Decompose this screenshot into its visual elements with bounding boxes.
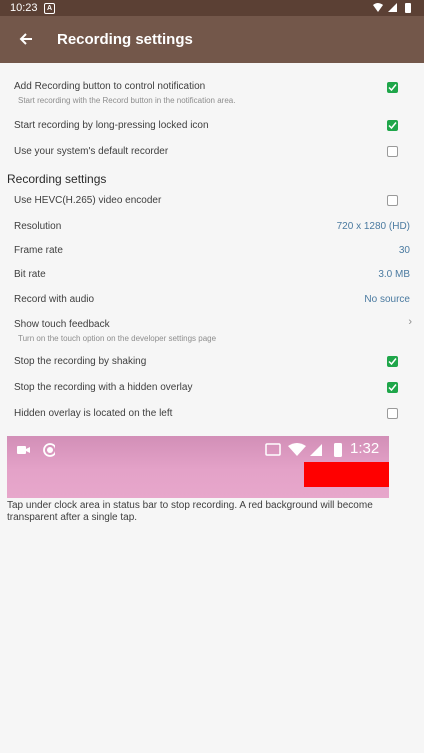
pref-hidden-overlay[interactable]: Stop the recording with a hidden overlay <box>14 382 414 396</box>
pref-label: Frame rate <box>14 245 63 256</box>
pref-label: Show touch feedback <box>14 319 110 330</box>
preview-time: 1:32 <box>350 440 380 457</box>
pref-label: Resolution <box>14 221 62 232</box>
battery-icon <box>334 443 342 457</box>
preview-system-icons <box>265 443 342 457</box>
pref-bit-rate[interactable]: Bit rate 3.0 MB <box>14 269 414 283</box>
pref-label: Hidden overlay is located on the left <box>14 408 173 419</box>
battery-icon <box>405 3 411 13</box>
page-title: Recording settings <box>57 31 193 48</box>
overlay-caption: Tap under clock area in status bar to st… <box>7 500 373 523</box>
pref-default-recorder[interactable]: Use your system's default recorder <box>14 146 414 160</box>
pref-label: Bit rate <box>14 269 46 280</box>
checkbox-stop-shaking[interactable] <box>387 356 398 367</box>
checkbox-hidden-overlay[interactable] <box>387 382 398 393</box>
wifi-icon <box>373 3 383 12</box>
pref-label: Record with audio <box>14 294 95 305</box>
pref-notification-button[interactable]: Add Recording button to control notifica… <box>14 81 414 107</box>
pref-summary: Turn on the touch option on the develope… <box>18 334 217 343</box>
chevron-right-icon: › <box>408 316 412 328</box>
system-icons <box>372 2 416 17</box>
pref-label: Start recording by long-pressing locked … <box>14 120 209 131</box>
pref-hevc[interactable]: Use HEVC(H.265) video encoder <box>14 195 414 209</box>
pref-touch-feedback[interactable]: Show touch feedback Turn on the touch op… <box>14 316 414 345</box>
pref-value: 720 x 1280 (HD) <box>336 221 410 232</box>
checkbox-hevc[interactable] <box>387 195 398 206</box>
cast-icon <box>265 443 281 456</box>
pref-label: Add Recording button to control notifica… <box>14 81 206 92</box>
pref-summary: Start recording with the Record button i… <box>18 96 236 105</box>
pref-value: 3.0 MB <box>378 269 410 280</box>
pref-overlay-left[interactable]: Hidden overlay is located on the left <box>14 408 414 422</box>
status-bar: 10:23 A <box>0 0 424 16</box>
pref-resolution[interactable]: Resolution 720 x 1280 (HD) <box>14 221 414 235</box>
signal-icon <box>310 444 322 456</box>
pref-record-audio[interactable]: Record with audio No source <box>14 294 414 308</box>
pref-label: Stop the recording by shaking <box>14 356 147 367</box>
pref-frame-rate[interactable]: Frame rate 30 <box>14 245 414 259</box>
hidden-overlay-red-area <box>304 462 389 487</box>
pref-stop-shaking[interactable]: Stop the recording by shaking <box>14 356 414 370</box>
signal-icon <box>388 3 397 12</box>
pref-label: Use HEVC(H.265) video encoder <box>14 195 162 206</box>
section-title: Recording settings <box>7 172 107 186</box>
pref-value: 30 <box>398 245 410 256</box>
pref-value: No source <box>364 294 410 305</box>
preview-left-icons <box>17 443 55 457</box>
checkbox-long-press-lock[interactable] <box>387 120 398 131</box>
camera-icon <box>17 446 26 454</box>
back-arrow-icon[interactable] <box>16 29 36 49</box>
checkbox-notification-button[interactable] <box>387 82 398 93</box>
pref-long-press-lock[interactable]: Start recording by long-pressing locked … <box>14 120 414 134</box>
checkbox-overlay-left[interactable] <box>387 408 398 419</box>
pref-label: Stop the recording with a hidden overlay <box>14 382 193 393</box>
wifi-icon <box>288 443 306 456</box>
status-time: 10:23 <box>10 2 38 14</box>
checkbox-default-recorder[interactable] <box>387 146 398 157</box>
app-bar: Recording settings <box>0 16 424 63</box>
pref-label: Use your system's default recorder <box>14 146 169 157</box>
overlay-preview: 1:32 <box>7 436 389 498</box>
notification-icon: A <box>44 3 55 14</box>
